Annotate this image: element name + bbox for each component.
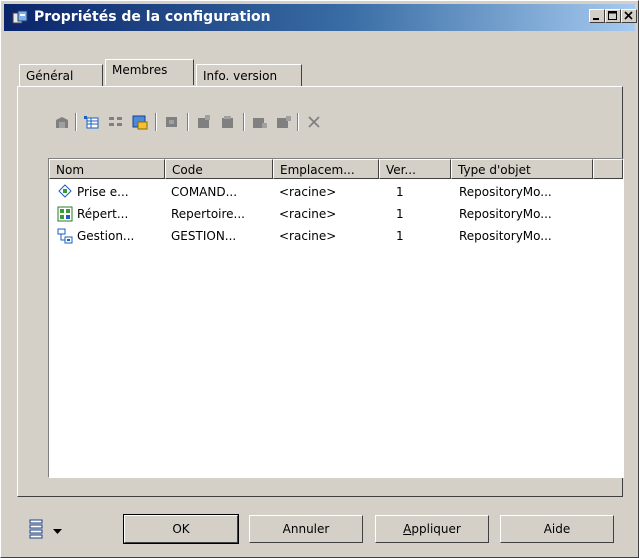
cell-code: COMAND... (171, 185, 238, 199)
cell-version: 1 (396, 185, 404, 199)
compare-button[interactable] (249, 111, 271, 133)
consolidate-icon (198, 115, 210, 128)
cell-type: RepositoryMo... (459, 185, 552, 199)
consolidate-button[interactable] (193, 111, 215, 133)
tab-members[interactable]: Membres (105, 59, 194, 85)
repository-model-icon (57, 206, 73, 222)
replace-button[interactable] (161, 111, 183, 133)
column-label: Code (172, 163, 203, 177)
column-label: Ver... (386, 163, 416, 177)
properties-icon (56, 117, 68, 128)
update-button[interactable] (273, 111, 295, 133)
cancel-button[interactable]: Annuler (249, 515, 363, 543)
add-objects-button[interactable] (81, 111, 103, 133)
column-header-location[interactable]: Emplacem... (273, 159, 379, 179)
cell-version: 1 (396, 229, 404, 243)
ok-button[interactable]: OK (123, 514, 239, 544)
toolbar-separator (297, 113, 299, 131)
members-list[interactable]: Nom Code Emplacem... Ver... Type d'objet… (48, 158, 624, 478)
table-row[interactable]: Répert... Repertoire... <racine> 1 Repos… (49, 204, 623, 226)
tab-general[interactable]: Général (19, 64, 103, 86)
cell-code: Repertoire... (171, 207, 245, 221)
replace-icon (166, 117, 177, 127)
minimize-button[interactable] (589, 9, 605, 23)
tab-label: Général (26, 69, 74, 83)
column-header-code[interactable]: Code (165, 159, 273, 179)
maximize-icon (608, 11, 617, 20)
apply-button[interactable]: Appliquer (375, 515, 489, 543)
column-label: Nom (56, 163, 85, 177)
close-button[interactable] (621, 9, 637, 23)
cell-location: <racine> (279, 207, 337, 221)
add-list-button[interactable] (105, 111, 127, 133)
toolbar-separator (187, 113, 189, 131)
add-objects-icon (84, 116, 99, 129)
extract-button[interactable] (217, 111, 239, 133)
help-button[interactable]: Aide (500, 515, 614, 543)
list-options-icon (29, 519, 43, 539)
dropdown-arrow-icon[interactable] (53, 525, 63, 534)
add-shortcut-icon (132, 115, 148, 130)
button-label: Aide (543, 522, 571, 536)
cell-name: Gestion... (77, 229, 135, 243)
cell-name: Prise e... (77, 185, 129, 199)
cell-version: 1 (396, 207, 404, 221)
column-label: Type d'objet (458, 163, 531, 177)
button-label: Annuler (282, 522, 330, 536)
list-header: Nom Code Emplacem... Ver... Type d'objet (49, 159, 623, 179)
toolbar-separator (243, 113, 245, 131)
column-header-filler (593, 159, 623, 179)
dialog-title: Propriétés de la configuration (34, 9, 271, 25)
add-shortcut-button[interactable] (129, 111, 151, 133)
button-label: ppliquer (411, 522, 461, 536)
tab-label: Info. version (203, 69, 278, 83)
process-model-icon (57, 184, 73, 200)
cell-type: RepositoryMo... (459, 229, 552, 243)
column-header-name[interactable]: Nom (49, 159, 165, 179)
toolbar-separator (155, 113, 157, 131)
column-label: Emplacem... (280, 163, 355, 177)
cell-location: <racine> (279, 185, 337, 199)
tab-label: Membres (112, 63, 168, 77)
properties-dialog: Propriétés de la configuration Général M… (0, 0, 639, 558)
extract-icon (222, 116, 233, 128)
delete-button[interactable] (303, 111, 325, 133)
column-header-type[interactable]: Type d'objet (451, 159, 593, 179)
cell-name: Répert... (77, 207, 129, 221)
add-list-icon (109, 117, 122, 126)
cell-code: GESTION... (171, 229, 237, 243)
cell-type: RepositoryMo... (459, 207, 552, 221)
cell-location: <racine> (279, 229, 337, 243)
update-icon (277, 116, 291, 128)
toolbar-separator (75, 113, 77, 131)
list-options-button[interactable] (27, 518, 49, 540)
close-icon (624, 11, 633, 20)
column-header-version[interactable]: Ver... (379, 159, 451, 179)
table-row[interactable]: Prise e... COMAND... <racine> 1 Reposito… (49, 182, 623, 204)
minimize-icon (593, 18, 599, 20)
properties-button[interactable] (51, 111, 73, 133)
maximize-button[interactable] (605, 9, 621, 23)
configuration-icon (12, 10, 28, 26)
delete-icon (308, 116, 320, 128)
table-row[interactable]: Gestion... GESTION... <racine> 1 Reposit… (49, 226, 623, 248)
hierarchy-model-icon (57, 228, 73, 244)
tab-version-info[interactable]: Info. version (196, 64, 302, 86)
compare-icon (253, 118, 267, 128)
title-bar[interactable]: Propriétés de la configuration (4, 4, 637, 31)
button-label: OK (172, 522, 190, 536)
